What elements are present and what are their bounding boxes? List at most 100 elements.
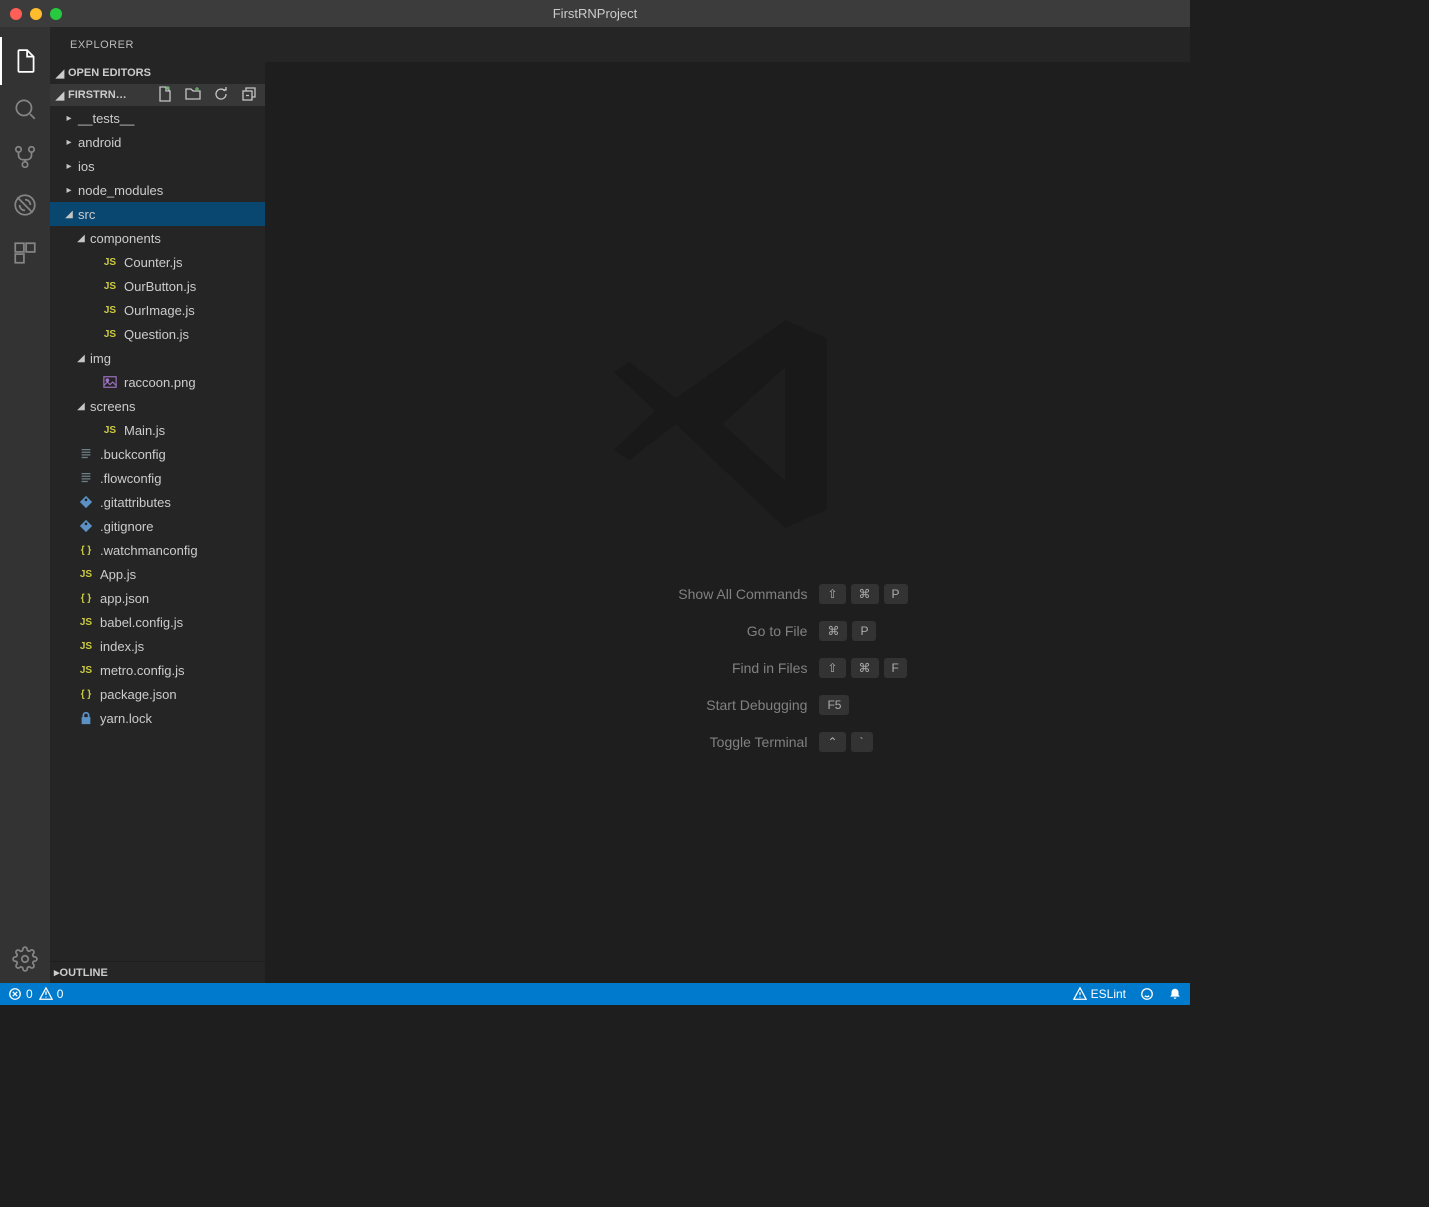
- file-tree-item[interactable]: yarn.lock: [50, 706, 265, 730]
- file-tree-item[interactable]: { }.watchmanconfig: [50, 538, 265, 562]
- search-activity-icon[interactable]: [0, 85, 50, 133]
- tree-item-label: .buckconfig: [100, 447, 166, 462]
- outline-label: OUTLINE: [60, 967, 108, 979]
- chevron-down-icon: ◢: [64, 209, 74, 220]
- project-section-header[interactable]: ◢ FIRSTRN…: [50, 84, 265, 106]
- keyboard-key: P: [884, 584, 908, 604]
- tree-item-label: App.js: [100, 567, 136, 582]
- file-tree-item[interactable]: JSMain.js: [50, 418, 265, 442]
- text-file-icon: [78, 470, 94, 486]
- file-tree-item[interactable]: JS Question.js: [50, 322, 265, 346]
- shortcut-label: Start Debugging: [547, 697, 807, 713]
- tree-item-label: package.json: [100, 687, 177, 702]
- file-tree: ▸__tests__▸android▸ios▸node_modules◢src◢…: [50, 106, 265, 961]
- shortcut-row: Find in Files⇧⌘F: [547, 658, 907, 678]
- file-tree-item[interactable]: { }app.json: [50, 586, 265, 610]
- tree-item-label: .flowconfig: [100, 471, 161, 486]
- open-editors-section-header[interactable]: ◢ OPEN EDITORS: [50, 62, 265, 84]
- image-file-icon: [102, 374, 118, 390]
- chevron-down-icon: ◢: [76, 401, 86, 412]
- tree-item-label: app.json: [100, 591, 149, 606]
- tree-item-label: Main.js: [124, 423, 165, 438]
- status-warnings[interactable]: 0: [39, 987, 64, 1001]
- keyboard-key: ⌘: [851, 584, 879, 604]
- keyboard-key: ⌘: [819, 621, 847, 641]
- keyboard-key: ⌃: [819, 732, 845, 752]
- file-tree-item[interactable]: JSOurImage.js: [50, 298, 265, 322]
- shortcut-row: Start DebuggingF5: [547, 695, 907, 715]
- tree-item-label: Counter.js: [124, 255, 183, 270]
- debug-activity-icon[interactable]: [0, 181, 50, 229]
- chevron-down-icon: ◢: [54, 89, 66, 102]
- keyboard-key: ⌘: [851, 658, 879, 678]
- folder-tree-item[interactable]: ◢ components: [50, 226, 265, 250]
- shortcut-label: Go to File: [547, 623, 807, 639]
- new-file-icon[interactable]: [157, 86, 173, 105]
- source-control-activity-icon[interactable]: [0, 133, 50, 181]
- tree-item-label: .gitignore: [100, 519, 153, 534]
- folder-tree-item[interactable]: ▸__tests__: [50, 106, 265, 130]
- folder-tree-item[interactable]: ◢screens: [50, 394, 265, 418]
- folder-tree-item[interactable]: ◢src: [50, 202, 265, 226]
- tree-item-label: OurImage.js: [124, 303, 195, 318]
- folder-tree-item[interactable]: ▸node_modules: [50, 178, 265, 202]
- tree-item-label: android: [78, 135, 121, 150]
- statusbar: 0 0 ESLint: [0, 983, 1190, 1005]
- chevron-down-icon: ◢: [76, 233, 86, 244]
- file-tree-item[interactable]: JSmetro.config.js: [50, 658, 265, 682]
- window-minimize-button[interactable]: [30, 8, 42, 20]
- file-tree-item[interactable]: JSOurButton.js: [50, 274, 265, 298]
- tree-item-label: components: [90, 231, 161, 246]
- file-tree-item[interactable]: JSApp.js: [50, 562, 265, 586]
- status-errors[interactable]: 0: [8, 987, 33, 1001]
- file-tree-item[interactable]: .gitignore: [50, 514, 265, 538]
- collapse-all-icon[interactable]: [241, 86, 257, 105]
- editor-tabs-area: [265, 27, 1190, 62]
- chevron-down-icon: ◢: [54, 67, 66, 80]
- tree-item-label: Question.js: [124, 327, 189, 342]
- extensions-activity-icon[interactable]: [0, 229, 50, 277]
- folder-tree-item[interactable]: ◢ img: [50, 346, 265, 370]
- warnings-count: 0: [57, 987, 64, 1001]
- json-file-icon: { }: [78, 686, 94, 702]
- keyboard-key: P: [852, 621, 876, 641]
- file-tree-item[interactable]: .gitattributes: [50, 490, 265, 514]
- chevron-right-icon: ▸: [64, 185, 74, 196]
- js-file-icon: JS: [102, 326, 118, 342]
- js-file-icon: JS: [78, 614, 94, 630]
- window-maximize-button[interactable]: [50, 8, 62, 20]
- outline-section-header[interactable]: ▸ OUTLINE: [50, 961, 265, 983]
- shortcut-label: Find in Files: [547, 660, 807, 676]
- window-close-button[interactable]: [10, 8, 22, 20]
- status-feedback-icon[interactable]: [1140, 987, 1154, 1001]
- file-tree-item[interactable]: JSindex.js: [50, 634, 265, 658]
- chevron-down-icon: ◢: [76, 353, 86, 364]
- titlebar: FirstRNProject: [0, 0, 1190, 27]
- status-eslint[interactable]: ESLint: [1073, 987, 1126, 1001]
- status-bell-icon[interactable]: [1168, 987, 1182, 1001]
- tree-item-label: img: [90, 351, 111, 366]
- file-tree-item[interactable]: JS babel.config.js: [50, 610, 265, 634]
- tree-item-label: babel.config.js: [100, 615, 183, 630]
- folder-tree-item[interactable]: ▸ios: [50, 154, 265, 178]
- file-tree-item[interactable]: .flowconfig: [50, 466, 265, 490]
- folder-tree-item[interactable]: ▸android: [50, 130, 265, 154]
- explorer-activity-icon[interactable]: [0, 37, 50, 85]
- settings-gear-icon[interactable]: [0, 935, 50, 983]
- shortcut-keys: ⌘P: [819, 621, 876, 641]
- lock-file-icon: [78, 710, 94, 726]
- file-tree-item[interactable]: raccoon.png: [50, 370, 265, 394]
- file-tree-item[interactable]: { } package.json: [50, 682, 265, 706]
- js-file-icon: JS: [102, 254, 118, 270]
- tree-item-label: ios: [78, 159, 95, 174]
- chevron-right-icon: ▸: [64, 113, 74, 124]
- new-folder-icon[interactable]: [185, 86, 201, 105]
- tree-item-label: .gitattributes: [100, 495, 171, 510]
- shortcut-label: Show All Commands: [547, 586, 807, 602]
- refresh-icon[interactable]: [213, 86, 229, 105]
- js-file-icon: JS: [102, 278, 118, 294]
- file-tree-item[interactable]: .buckconfig: [50, 442, 265, 466]
- shortcut-row: Toggle Terminal⌃`: [547, 732, 907, 752]
- activity-bar: [0, 27, 50, 983]
- file-tree-item[interactable]: JS Counter.js: [50, 250, 265, 274]
